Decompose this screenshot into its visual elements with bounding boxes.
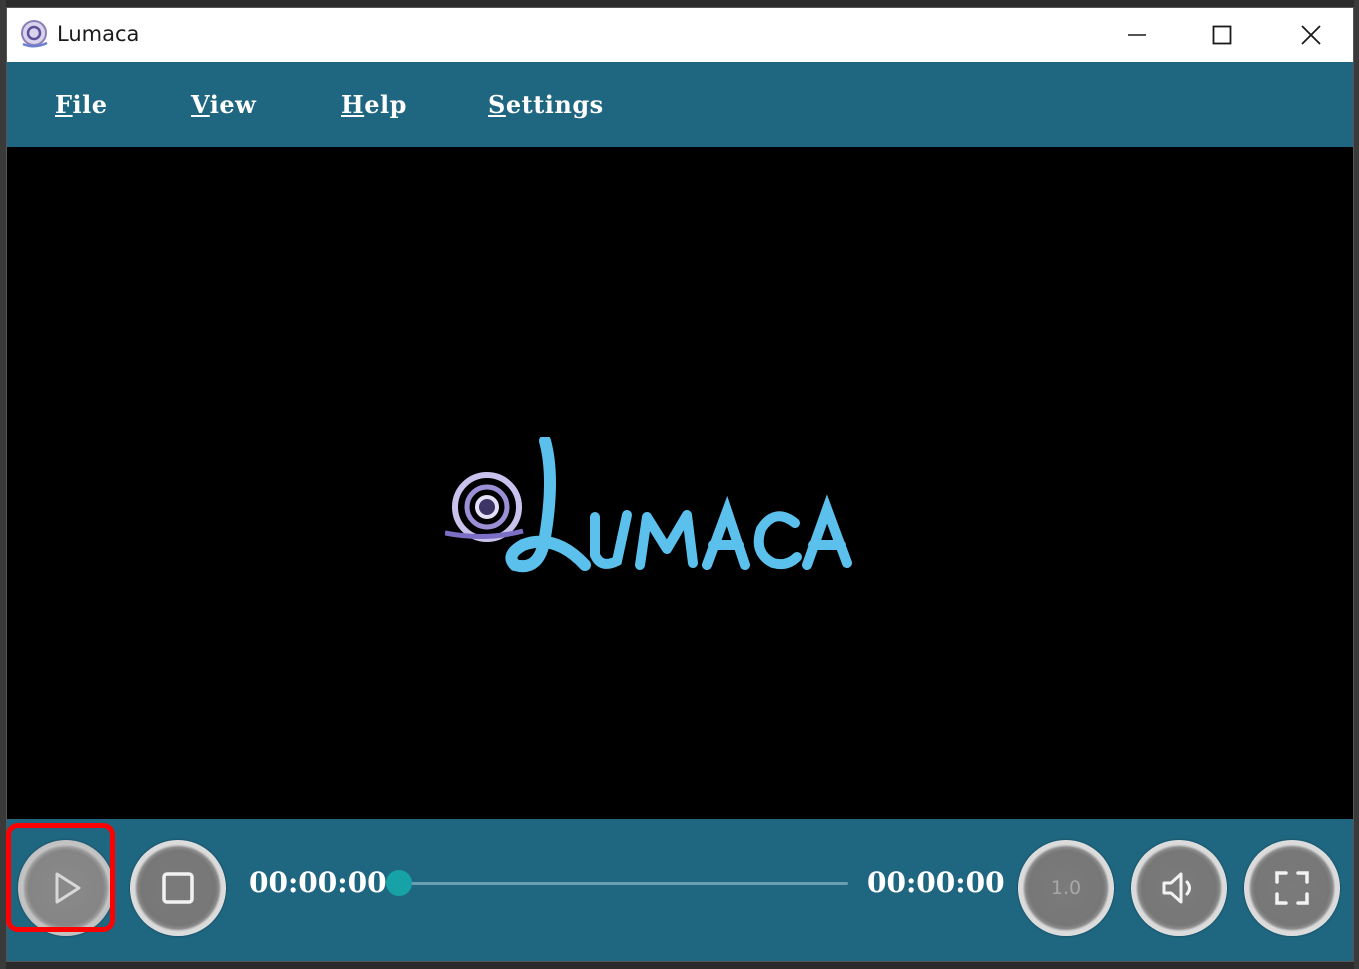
current-time: 00:00:00	[249, 866, 387, 899]
menu-settings[interactable]: Settings	[488, 90, 604, 119]
playback-speed-label: 1.0	[1050, 877, 1082, 899]
desktop-background-right	[1354, 0, 1359, 969]
play-icon	[55, 872, 81, 904]
fullscreen-icon	[1275, 871, 1309, 905]
menu-view-label: iew	[209, 90, 257, 119]
title-bar: Lumaca	[7, 8, 1353, 62]
play-button[interactable]	[18, 840, 114, 936]
volume-button[interactable]	[1131, 840, 1227, 936]
menu-help-mnemonic: H	[341, 90, 365, 119]
menu-settings-mnemonic: S	[488, 90, 506, 119]
app-logo-icon	[19, 19, 49, 49]
total-time: 00:00:00	[867, 866, 1005, 899]
menu-file[interactable]: File	[55, 90, 108, 119]
seek-bar-thumb[interactable]	[386, 870, 412, 896]
lumaca-logo	[445, 437, 852, 573]
fullscreen-button[interactable]	[1244, 840, 1340, 936]
close-icon	[1301, 25, 1321, 45]
menu-view[interactable]: View	[191, 90, 256, 119]
app-window: Lumaca File View Help Settings	[6, 7, 1354, 962]
menu-help[interactable]: Help	[341, 90, 407, 119]
minimize-button[interactable]	[1107, 8, 1167, 62]
maximize-button[interactable]	[1192, 8, 1252, 62]
video-display[interactable]	[7, 147, 1353, 819]
stop-button[interactable]	[130, 840, 226, 936]
menu-bar: File View Help Settings	[7, 62, 1353, 147]
volume-icon	[1162, 872, 1191, 904]
playback-speed-button[interactable]: 1.0	[1018, 840, 1114, 936]
menu-help-label: elp	[364, 90, 407, 119]
stop-icon	[162, 872, 194, 904]
minimize-icon	[1128, 34, 1146, 36]
menu-file-label: ile	[72, 90, 108, 119]
window-title: Lumaca	[57, 22, 140, 46]
close-button[interactable]	[1281, 8, 1341, 62]
menu-settings-label: ettings	[505, 90, 604, 119]
menu-view-mnemonic: V	[191, 90, 210, 119]
maximize-icon	[1212, 25, 1232, 45]
menu-file-mnemonic: F	[55, 90, 73, 119]
seek-bar-track[interactable]	[400, 882, 848, 885]
